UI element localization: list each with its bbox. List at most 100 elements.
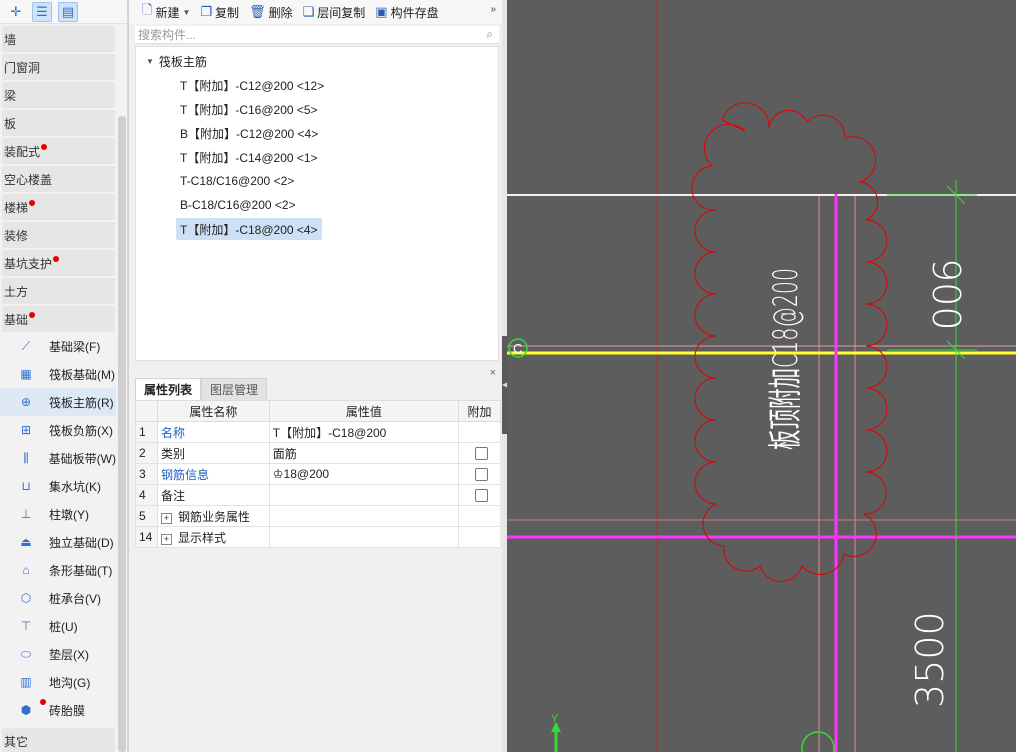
category-top-2[interactable]: 梁 (2, 82, 115, 108)
module-item-4[interactable]: ⫼ 基础板带(W) (0, 444, 116, 472)
category-top-5[interactable]: 空心楼盖 (2, 166, 115, 192)
row-index: 5 (135, 505, 158, 527)
save-component-button[interactable]: ▣ 构件存盘 (370, 1, 443, 23)
tree-item[interactable]: T-C18/C16@200 <2> (176, 170, 298, 192)
module-panel-toolbar: ✛ ☰ ▤ (0, 0, 127, 24)
row-index: 3 (135, 463, 158, 485)
category-top-6[interactable]: 楼梯 (2, 194, 115, 220)
collapse-triangle-icon[interactable]: ▼ (146, 57, 154, 66)
category-top-8[interactable]: 基坑支护 (2, 250, 115, 276)
property-row[interactable]: 1 名称 T【附加】-C18@200 (135, 421, 501, 443)
module-item-12[interactable]: ▥ 地沟(G) (0, 668, 116, 696)
row-index: 4 (135, 484, 158, 506)
rebar-annotation-label[interactable]: 板顶附加C18@200 (766, 268, 806, 450)
module-item-13[interactable]: ⬢ 砖胎膜 (0, 696, 116, 724)
module-panel-scrollbar[interactable] (118, 116, 126, 752)
category-bottom-0[interactable]: 其它 (2, 728, 115, 752)
module-item-10[interactable]: ⊤ 桩(U) (0, 612, 116, 640)
property-value-cell[interactable] (268, 484, 460, 506)
chevron-down-icon[interactable]: ▼ (182, 8, 190, 17)
floor-copy-button[interactable]: ❏ 层间复制 (298, 1, 371, 23)
category-top-3[interactable]: 板 (2, 110, 115, 136)
property-name-cell[interactable]: 钢筋信息 (156, 463, 270, 485)
expand-plus-icon[interactable]: + (160, 533, 172, 545)
tree-item[interactable]: T【附加】-C16@200 <5> (176, 98, 322, 120)
property-value-cell[interactable]: 面筋 (268, 442, 460, 464)
property-name: 备注 (160, 488, 185, 503)
strip-footing-icon: ⌂ (22, 563, 30, 577)
property-name-cell[interactable]: 名称 (156, 421, 270, 443)
tree-item[interactable]: B-C18/C16@200 <2> (176, 194, 300, 216)
component-search-input[interactable]: 搜索构件... ⌕ (135, 26, 499, 44)
module-item-3[interactable]: ⊞ 筏板负筋(X) (0, 416, 116, 444)
module-item-2[interactable]: ⊕ 筏板主筋(R) (0, 388, 116, 416)
attach-checkbox[interactable] (475, 489, 489, 503)
category-label: 板 (4, 116, 17, 131)
property-value-cell[interactable] (268, 505, 460, 527)
copy-button[interactable]: ❐ 复制 (195, 1, 244, 23)
attach-checkbox[interactable] (475, 447, 489, 461)
module-item-6[interactable]: ⊥ 柱墩(Y) (0, 500, 116, 528)
property-row[interactable]: 2 类别 面筋 (135, 442, 501, 464)
property-value-cell[interactable]: ♔18@200 (268, 463, 460, 485)
category-top-7[interactable]: 装修 (2, 222, 115, 248)
tree-item[interactable]: T【附加】-C18@200 <4> (176, 218, 322, 240)
module-item-label: 垫层(X) (49, 647, 89, 662)
category-top-0[interactable]: 墙 (2, 26, 115, 52)
property-row[interactable]: 3 钢筋信息 ♔18@200 (135, 463, 501, 485)
property-row[interactable]: 14 + 显示样式 (135, 526, 501, 548)
property-name-cell[interactable]: 类别 (156, 442, 270, 464)
category-top-10[interactable]: 基础 (2, 306, 115, 332)
attach-cell (458, 526, 501, 548)
tree-root-node[interactable]: ▼ 筏板主筋 (146, 52, 207, 70)
category-top-1[interactable]: 门窗洞 (2, 54, 115, 80)
tree-item[interactable]: T【附加】-C14@200 <1> (176, 146, 322, 168)
expand-plus-icon[interactable]: + (160, 512, 172, 524)
category-top-4[interactable]: 装配式 (2, 138, 115, 164)
module-item-9[interactable]: ⬡ 桩承台(V) (0, 584, 116, 612)
header-property-name: 属性名称 (156, 400, 270, 422)
axis-bubble-bottom (801, 731, 835, 752)
property-value-cell[interactable] (268, 526, 460, 548)
module-item-7[interactable]: ⏏ 独立基础(D) (0, 528, 116, 556)
new-button[interactable]: 🗋 新建 ▼ (137, 1, 195, 23)
property-value-cell[interactable]: T【附加】-C18@200 (268, 421, 460, 443)
tree-item[interactable]: T【附加】-C12@200 <12> (176, 74, 328, 96)
property-name-cell[interactable]: + 钢筋业务属性 (156, 505, 270, 527)
attach-checkbox[interactable] (475, 468, 489, 482)
delete-button[interactable]: 🗑 删除 (244, 1, 298, 23)
module-item-5[interactable]: ⊔ 集水坑(K) (0, 472, 116, 500)
cursor-plus-icon[interactable]: ✛ (6, 2, 26, 22)
property-name: 钢筋业务属性 (177, 509, 250, 524)
tab-layer-management[interactable]: 图层管理 (201, 378, 268, 400)
close-icon[interactable]: × (490, 367, 496, 379)
property-row[interactable]: 5 + 钢筋业务属性 (135, 505, 501, 527)
property-row[interactable]: 4 备注 (135, 484, 501, 506)
module-item-0[interactable]: ⟋ 基础梁(F) (0, 332, 116, 360)
module-item-label: 基础梁(F) (49, 339, 101, 354)
category-label: 门窗洞 (4, 60, 41, 75)
component-toolbar: 🗋 新建 ▼ ❐ 复制 🗑 删除 ❏ 层间复制 ▣ 构件存盘 (129, 0, 502, 24)
module-item-8[interactable]: ⌂ 条形基础(T) (0, 556, 116, 584)
module-item-1[interactable]: ▦ 筏板基础(M) (0, 360, 116, 388)
new-feature-dot (40, 699, 46, 705)
category-top-9[interactable]: 土方 (2, 278, 115, 304)
category-label: 基坑支护 (4, 256, 53, 271)
brick-formwork-icon: ⬢ (20, 703, 32, 717)
property-table-header: 属性名称 属性值 附加 (135, 400, 501, 422)
drawing-canvas[interactable]: 板顶附加C18@200 900 3500 C Y (507, 0, 1016, 752)
module-item-11[interactable]: ⬭ 垫层(X) (0, 640, 116, 668)
trash-icon: 🗑 (249, 4, 266, 19)
property-name-cell[interactable]: + 显示样式 (156, 526, 270, 548)
toolbar-more-button[interactable]: » (490, 4, 496, 15)
tree-item[interactable]: B【附加】-C12@200 <4> (176, 122, 322, 144)
property-name-cell[interactable]: 备注 (156, 484, 270, 506)
header-index (135, 400, 158, 422)
tab-property-list[interactable]: 属性列表 (135, 378, 202, 400)
search-icon[interactable]: ⌕ (486, 27, 493, 42)
module-item-label: 砖胎膜 (49, 703, 86, 718)
detail-view-icon[interactable]: ▤ (58, 1, 78, 22)
raft-main-rebar-icon: ⊕ (20, 395, 32, 409)
list-view-icon[interactable]: ☰ (32, 1, 52, 22)
dimension-text-3500: 3500 (908, 611, 952, 708)
